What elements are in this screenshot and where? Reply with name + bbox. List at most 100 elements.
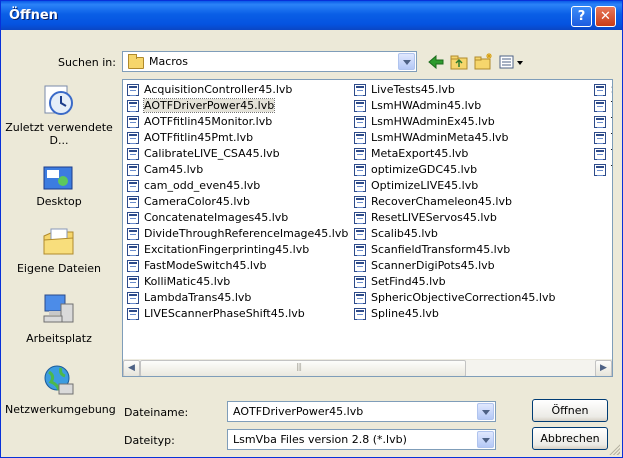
- file-item[interactable]: ConcatenateImages45.lvb: [126, 210, 348, 226]
- file-name: Trig: [611, 147, 612, 160]
- file-name: Tul: [611, 163, 612, 176]
- chevron-down-icon[interactable]: [477, 403, 494, 420]
- file-name: Tile: [611, 115, 612, 128]
- file-item[interactable]: CameraColor45.lvb: [126, 194, 348, 210]
- horizontal-scrollbar[interactable]: ◀ ▶: [123, 359, 612, 376]
- file-item[interactable]: AcquisitionController45.lvb: [126, 82, 348, 98]
- file-name: ExcitationFingerprinting45.lvb: [144, 243, 310, 256]
- file-item[interactable]: OptimizeLIVE45.lvb: [353, 178, 583, 194]
- place-label: Netzwerkumgebung: [5, 403, 116, 416]
- file-item[interactable]: Tes: [593, 98, 612, 114]
- lvb-file-icon: [127, 260, 139, 272]
- file-item[interactable]: DivideThroughReferenceImage45.lvb: [126, 226, 348, 242]
- resize-grip[interactable]: [608, 443, 620, 455]
- cancel-button[interactable]: Abbrechen: [532, 427, 608, 450]
- new-folder-button[interactable]: [473, 52, 495, 72]
- look-in-combo[interactable]: Macros: [122, 51, 417, 72]
- file-item[interactable]: Cam45.lvb: [126, 162, 348, 178]
- title-bar[interactable]: Öffnen ? ✕: [1, 1, 622, 30]
- lvb-file-icon: [127, 276, 139, 288]
- file-item[interactable]: SphericObjectiveCorrection45.lvb: [353, 290, 583, 306]
- file-item[interactable]: Spline45.lvb: [353, 306, 583, 322]
- file-item[interactable]: MetaExport45.lvb: [353, 146, 583, 162]
- scroll-left-button[interactable]: ◀: [123, 360, 140, 376]
- file-name: Tes: [611, 99, 612, 112]
- folder-icon: [128, 54, 144, 69]
- lvb-file-icon: [594, 164, 606, 176]
- file-item[interactable]: ResetLIVEServos45.lvb: [353, 210, 583, 226]
- file-item[interactable]: Stit: [593, 82, 612, 98]
- file-name: SphericObjectiveCorrection45.lvb: [371, 291, 556, 304]
- place-my-documents[interactable]: Eigene Dateien: [5, 226, 113, 278]
- file-item[interactable]: LiveTests45.lvb: [353, 82, 583, 98]
- scroll-thumb[interactable]: [140, 360, 466, 376]
- open-button[interactable]: Öffnen: [532, 399, 608, 422]
- help-button[interactable]: ?: [571, 6, 592, 27]
- lvb-file-icon: [127, 196, 139, 208]
- file-name: LambdaTrans45.lvb: [144, 291, 252, 304]
- file-item[interactable]: LambdaTrans45.lvb: [126, 290, 348, 306]
- my-computer-icon: [43, 294, 74, 323]
- file-name: CameraColor45.lvb: [144, 195, 250, 208]
- lvb-file-icon: [127, 84, 139, 96]
- file-name: ScanfieldTransform45.lvb: [371, 243, 511, 256]
- file-item[interactable]: Tim: [593, 130, 612, 146]
- lvb-file-icon: [354, 228, 366, 240]
- file-item[interactable]: SetFind45.lvb: [353, 274, 583, 290]
- file-item[interactable]: cam_odd_even45.lvb: [126, 178, 348, 194]
- file-item[interactable]: KolliMatic45.lvb: [126, 274, 348, 290]
- file-item[interactable]: LsmHWAdmin45.lvb: [353, 98, 583, 114]
- file-name: DivideThroughReferenceImage45.lvb: [144, 227, 349, 240]
- places-bar: Zuletzt verwendete D... Desktop Eigene D…: [5, 80, 116, 416]
- file-name: ConcatenateImages45.lvb: [144, 211, 289, 224]
- file-list[interactable]: AcquisitionController45.lvb AOTFDriverPow…: [122, 79, 613, 377]
- file-name: Scalib45.lvb: [371, 227, 438, 240]
- up-folder-button[interactable]: [449, 52, 471, 72]
- lvb-file-icon: [354, 276, 366, 288]
- place-label: Arbeitsplatz: [26, 332, 92, 345]
- place-my-computer[interactable]: Arbeitsplatz: [5, 292, 113, 350]
- lvb-file-icon: [354, 180, 366, 192]
- file-name: Cam45.lvb: [144, 163, 204, 176]
- lvb-file-icon: [127, 212, 139, 224]
- file-name: Spline45.lvb: [371, 307, 439, 320]
- place-desktop[interactable]: Desktop: [5, 164, 113, 216]
- file-item[interactable]: ScanfieldTransform45.lvb: [353, 242, 583, 258]
- file-item[interactable]: optimizeGDC45.lvb: [353, 162, 583, 178]
- file-item[interactable]: AOTFfitlin45Pmt.lvb: [126, 130, 348, 146]
- file-item[interactable]: Tile: [593, 114, 612, 130]
- lvb-file-icon: [594, 148, 606, 160]
- file-item[interactable]: Scalib45.lvb: [353, 226, 583, 242]
- filename-label: Dateiname:: [124, 406, 189, 419]
- file-column: LiveTests45.lvb LsmHWAdmin45.lvb LsmHWAdmi…: [353, 82, 583, 322]
- view-menu-button[interactable]: [497, 52, 527, 72]
- file-item[interactable]: ScannerDigiPots45.lvb: [353, 258, 583, 274]
- back-button[interactable]: [425, 52, 447, 72]
- file-column: AcquisitionController45.lvb AOTFDriverPow…: [126, 82, 348, 322]
- file-name: AOTFfitlin45Pmt.lvb: [144, 131, 254, 144]
- lvb-file-icon: [127, 116, 139, 128]
- file-item[interactable]: Trig: [593, 146, 612, 162]
- lvb-file-icon: [354, 308, 366, 320]
- file-item[interactable]: AOTFDriverPower45.lvb: [126, 98, 348, 114]
- file-item[interactable]: CalibrateLIVE_CSA45.lvb: [126, 146, 348, 162]
- chevron-down-icon[interactable]: [398, 53, 415, 70]
- lvb-file-icon: [594, 100, 606, 112]
- file-item[interactable]: FastModeSwitch45.lvb: [126, 258, 348, 274]
- view-menu-icon: [499, 55, 523, 69]
- file-item[interactable]: LIVEScannerPhaseShift45.lvb: [126, 306, 348, 322]
- close-button[interactable]: ✕: [595, 6, 616, 27]
- scroll-right-button[interactable]: ▶: [595, 360, 612, 376]
- recent-documents-icon: [44, 85, 73, 115]
- filetype-select[interactable]: LsmVba Files version 2.8 (*.lvb): [227, 429, 496, 450]
- chevron-down-icon[interactable]: [477, 431, 494, 448]
- file-item[interactable]: LsmHWAdminMeta45.lvb: [353, 130, 583, 146]
- filename-input[interactable]: AOTFDriverPower45.lvb: [227, 401, 496, 422]
- place-recent[interactable]: Zuletzt verwendete D...: [5, 80, 113, 160]
- place-network[interactable]: Netzwerkumgebung: [5, 364, 116, 420]
- file-item[interactable]: ExcitationFingerprinting45.lvb: [126, 242, 348, 258]
- file-item[interactable]: AOTFfitlin45Monitor.lvb: [126, 114, 348, 130]
- file-item[interactable]: LsmHWAdminEx45.lvb: [353, 114, 583, 130]
- file-item[interactable]: Tul: [593, 162, 612, 178]
- file-item[interactable]: RecoverChameleon45.lvb: [353, 194, 583, 210]
